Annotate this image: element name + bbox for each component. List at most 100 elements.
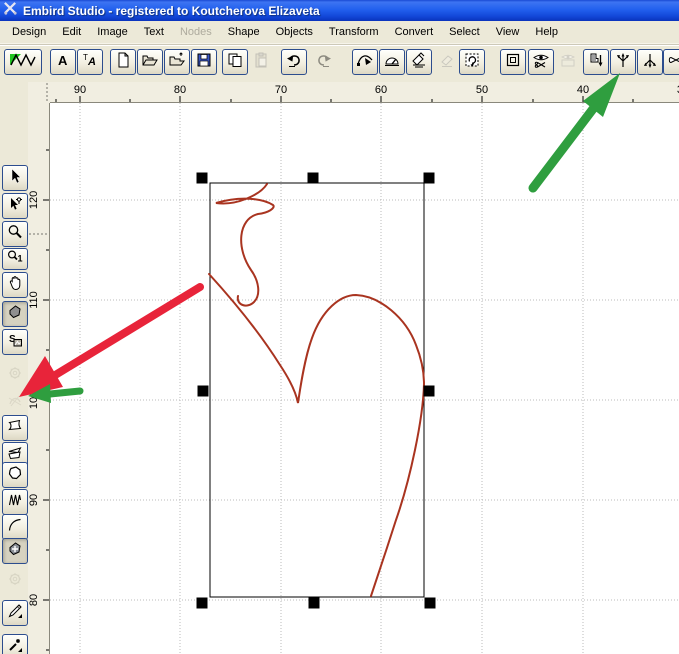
gear-outline-icon <box>7 365 23 386</box>
closed-shape-button[interactable] <box>663 49 679 75</box>
svg-text:90: 90 <box>28 494 40 506</box>
svg-text:50: 50 <box>476 84 488 96</box>
zoom-actual-tool[interactable]: 1 <box>2 248 28 270</box>
open-design-button[interactable] <box>137 49 163 75</box>
polygon-plus-icon <box>7 541 23 562</box>
wand-icon <box>7 637 23 654</box>
menu-text[interactable]: Text <box>136 22 172 42</box>
merge-shape-tool[interactable] <box>2 538 28 564</box>
stitch-mode-button[interactable] <box>4 49 42 75</box>
outline-frame-button[interactable] <box>500 49 526 75</box>
design-canvas[interactable] <box>50 103 679 654</box>
column-tool[interactable] <box>2 415 28 441</box>
svg-text:80: 80 <box>28 594 40 606</box>
node-cursor-icon <box>7 196 23 217</box>
zoom-tool[interactable] <box>2 221 28 247</box>
paste-button[interactable] <box>248 49 274 75</box>
edit-points-tool[interactable] <box>2 193 28 219</box>
bowtie-icon <box>668 52 679 73</box>
horizontal-ruler: 90807060504030 <box>50 82 679 103</box>
menu-design[interactable]: Design <box>4 22 54 42</box>
zigzag-icon <box>7 492 23 513</box>
selection-handle[interactable] <box>197 173 208 184</box>
selection-handle[interactable] <box>308 173 319 184</box>
menu-convert[interactable]: Convert <box>387 22 442 42</box>
hide-stitches-button[interactable] <box>528 49 554 75</box>
open-folder-icon <box>142 52 158 73</box>
zigzag-line-tool[interactable] <box>2 489 28 515</box>
redo-button[interactable] <box>311 49 337 75</box>
freehand-draw-tool[interactable] <box>2 600 28 626</box>
magic-wand-tool[interactable] <box>2 634 28 654</box>
selection-handle[interactable] <box>198 386 209 397</box>
density-button[interactable] <box>379 49 405 75</box>
branch-up-button[interactable] <box>610 49 636 75</box>
menu-help[interactable]: Help <box>527 22 566 42</box>
polygon-icon <box>7 465 23 486</box>
svg-text:60: 60 <box>375 84 387 96</box>
branch-down-icon <box>642 52 658 73</box>
fill-icon <box>411 52 427 73</box>
save-design-button[interactable] <box>191 49 217 75</box>
shape-mode-tool[interactable] <box>2 301 28 327</box>
menu-edit[interactable]: Edit <box>54 22 89 42</box>
window-title: Embird Studio - registered to Koutcherov… <box>23 4 320 18</box>
crossed-shape-icon <box>7 393 23 414</box>
svg-text:A: A <box>87 56 96 68</box>
stitch-order-button[interactable] <box>583 49 609 75</box>
undo-button[interactable] <box>281 49 307 75</box>
pan-tool[interactable] <box>2 272 28 298</box>
lettering-button[interactable]: A <box>50 49 76 75</box>
polygon-tool[interactable] <box>2 462 28 488</box>
branch-up-icon <box>615 52 631 73</box>
gauge-icon <box>384 52 400 73</box>
small-text-button[interactable]: TA <box>77 49 103 75</box>
svg-text:80: 80 <box>174 84 186 96</box>
import-design-button[interactable] <box>164 49 190 75</box>
branch-down-button[interactable] <box>637 49 663 75</box>
copy-button[interactable] <box>222 49 248 75</box>
menu-objects[interactable]: Objects <box>268 22 321 42</box>
select-tool[interactable] <box>2 165 28 191</box>
menu-view[interactable]: View <box>488 22 528 42</box>
titlebar: Embird Studio - registered to Koutcherov… <box>0 0 679 21</box>
svg-text:100: 100 <box>28 391 40 409</box>
undo-icon <box>286 52 302 73</box>
glove-down-icon <box>588 52 604 73</box>
s-image-icon: S <box>7 332 23 353</box>
selection-handle[interactable] <box>425 598 436 609</box>
bezier-icon <box>357 52 373 73</box>
generate-stitches-tool[interactable]: S <box>2 329 28 355</box>
import-folder-icon <box>169 52 185 73</box>
menu-transform[interactable]: Transform <box>321 22 387 42</box>
settings-tool[interactable] <box>2 568 28 594</box>
fill-button[interactable] <box>406 49 432 75</box>
show-outline-button[interactable] <box>555 49 581 75</box>
selection-handle[interactable] <box>197 598 208 609</box>
regenerate-button[interactable] <box>459 49 485 75</box>
new-design-button[interactable] <box>110 49 136 75</box>
eraser-button[interactable] <box>434 49 460 75</box>
gear2-icon <box>7 571 23 592</box>
text-a-icon: A <box>55 52 71 73</box>
selection-handle[interactable] <box>424 173 435 184</box>
knife-tool[interactable] <box>2 390 28 416</box>
toolbar: ATA <box>0 44 679 81</box>
cursor-icon <box>7 168 23 189</box>
menu-image[interactable]: Image <box>89 22 136 42</box>
quad-icon <box>7 418 23 439</box>
svg-text:70: 70 <box>275 84 287 96</box>
vertical-ruler: 1201101009080 <box>28 103 50 654</box>
redo-icon <box>316 52 332 73</box>
edit-nodes-button[interactable] <box>352 49 378 75</box>
selection-handle[interactable] <box>309 598 320 609</box>
magnifier-icon <box>7 224 23 245</box>
menu-select[interactable]: Select <box>441 22 488 42</box>
text-ta-icon: TA <box>82 52 98 73</box>
svg-text:90: 90 <box>74 84 86 96</box>
selection-handle[interactable] <box>424 386 435 397</box>
tool-palette: 1S <box>0 81 29 654</box>
sfumato-tool[interactable] <box>2 362 28 388</box>
menu-shape[interactable]: Shape <box>220 22 268 42</box>
arc-tool[interactable] <box>2 514 28 540</box>
